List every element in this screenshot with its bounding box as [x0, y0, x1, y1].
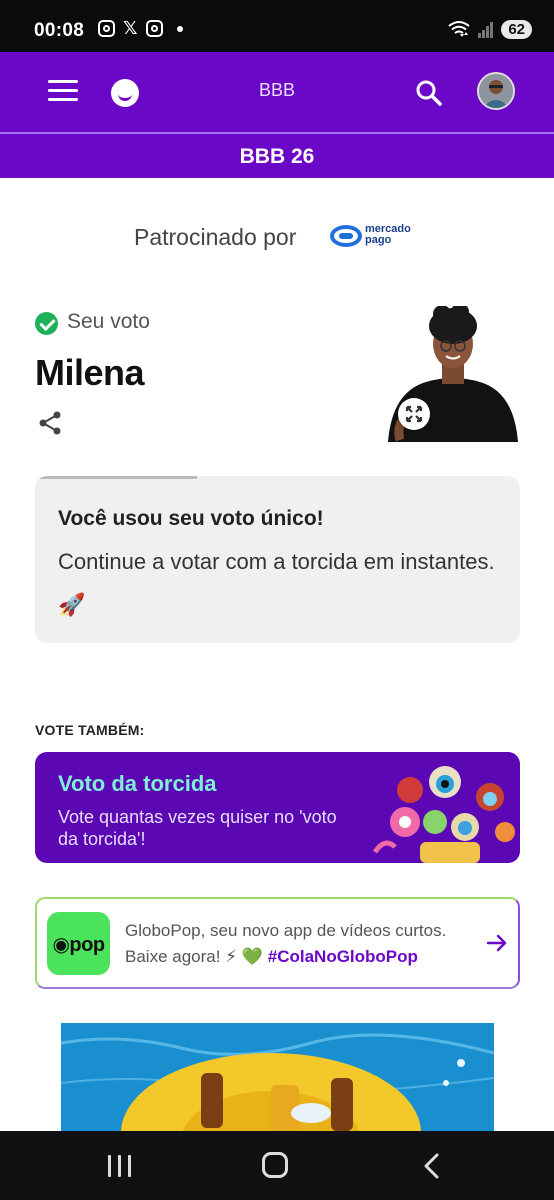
info-card-title: Você usou seu voto único!: [58, 507, 324, 530]
system-icons: 62: [447, 19, 532, 39]
globopop-line1: GloboPop, seu novo app de vídeos curtos.: [125, 921, 447, 940]
globopop-logo: ◉pop: [47, 912, 110, 975]
vote-also-label: VOTE TAMBÉM:: [35, 722, 145, 738]
vote-used-card: Você usou seu voto único! Continue a vot…: [35, 476, 520, 643]
advertisement-image[interactable]: [61, 1023, 494, 1131]
instagram-icon: [98, 20, 115, 37]
bbb-characters-illustration: [372, 766, 515, 863]
arrow-right-icon[interactable]: [486, 932, 508, 954]
voto-da-torcida-card[interactable]: Voto da torcida Vote quantas vezes quise…: [35, 752, 520, 863]
battery-icon: 62: [501, 19, 532, 39]
progress-indicator: [35, 476, 197, 479]
signal-icon: [478, 22, 494, 38]
check-circle-icon: [35, 312, 58, 335]
globopop-banner[interactable]: ◉pop GloboPop, seu novo app de vídeos cu…: [35, 897, 520, 989]
torcida-card-description: Vote quantas vezes quiser no 'voto da to…: [58, 807, 337, 849]
info-card-body: Continue a votar com a torcida em instan…: [58, 549, 495, 617]
search-icon[interactable]: [414, 78, 444, 108]
section-bar: BBB 26: [0, 132, 554, 178]
back-button[interactable]: [420, 1153, 444, 1179]
wifi-icon: [448, 21, 470, 37]
mercado-pago-wordmark: mercado pago: [365, 224, 411, 246]
globopop-hashtag: #ColaNoGloboPop: [267, 947, 418, 966]
vote-status: Seu voto: [67, 310, 150, 333]
candidate-name: Milena: [35, 352, 145, 393]
status-time: 00:08: [34, 20, 85, 41]
torcida-card-title: Voto da torcida: [58, 771, 217, 796]
recents-button[interactable]: [108, 1155, 132, 1177]
section-title: BBB 26: [239, 145, 315, 168]
mercado-pago-line2: pago: [365, 234, 392, 246]
globopop-line2: Baixe agora! ⚡ 💚 #ColaNoGloboPop: [125, 947, 418, 967]
share-icon[interactable]: [37, 410, 63, 436]
home-button[interactable]: [262, 1152, 288, 1178]
globopop-line2-prefix: Baixe agora! ⚡ 💚: [125, 947, 264, 966]
expand-icon: [405, 405, 423, 423]
top-app-bar: BBB: [0, 52, 554, 132]
dot-icon: [176, 25, 183, 32]
mercado-pago-logo: [330, 225, 362, 247]
expand-photo-button[interactable]: [398, 398, 430, 430]
sponsor-label: Patrocinado por: [134, 224, 297, 250]
globopop-logo-text: ◉pop: [52, 934, 105, 956]
notification-icons: 𝕏: [98, 18, 183, 38]
globopop-logo-label: pop: [69, 934, 105, 956]
instagram-icon: [145, 20, 163, 37]
status-bar: 00:08 𝕏 62: [0, 0, 554, 52]
avatar[interactable]: [477, 72, 515, 110]
x-icon: 𝕏: [123, 18, 138, 38]
page-title: BBB: [258, 80, 296, 100]
system-navigation-bar: [0, 1131, 554, 1200]
